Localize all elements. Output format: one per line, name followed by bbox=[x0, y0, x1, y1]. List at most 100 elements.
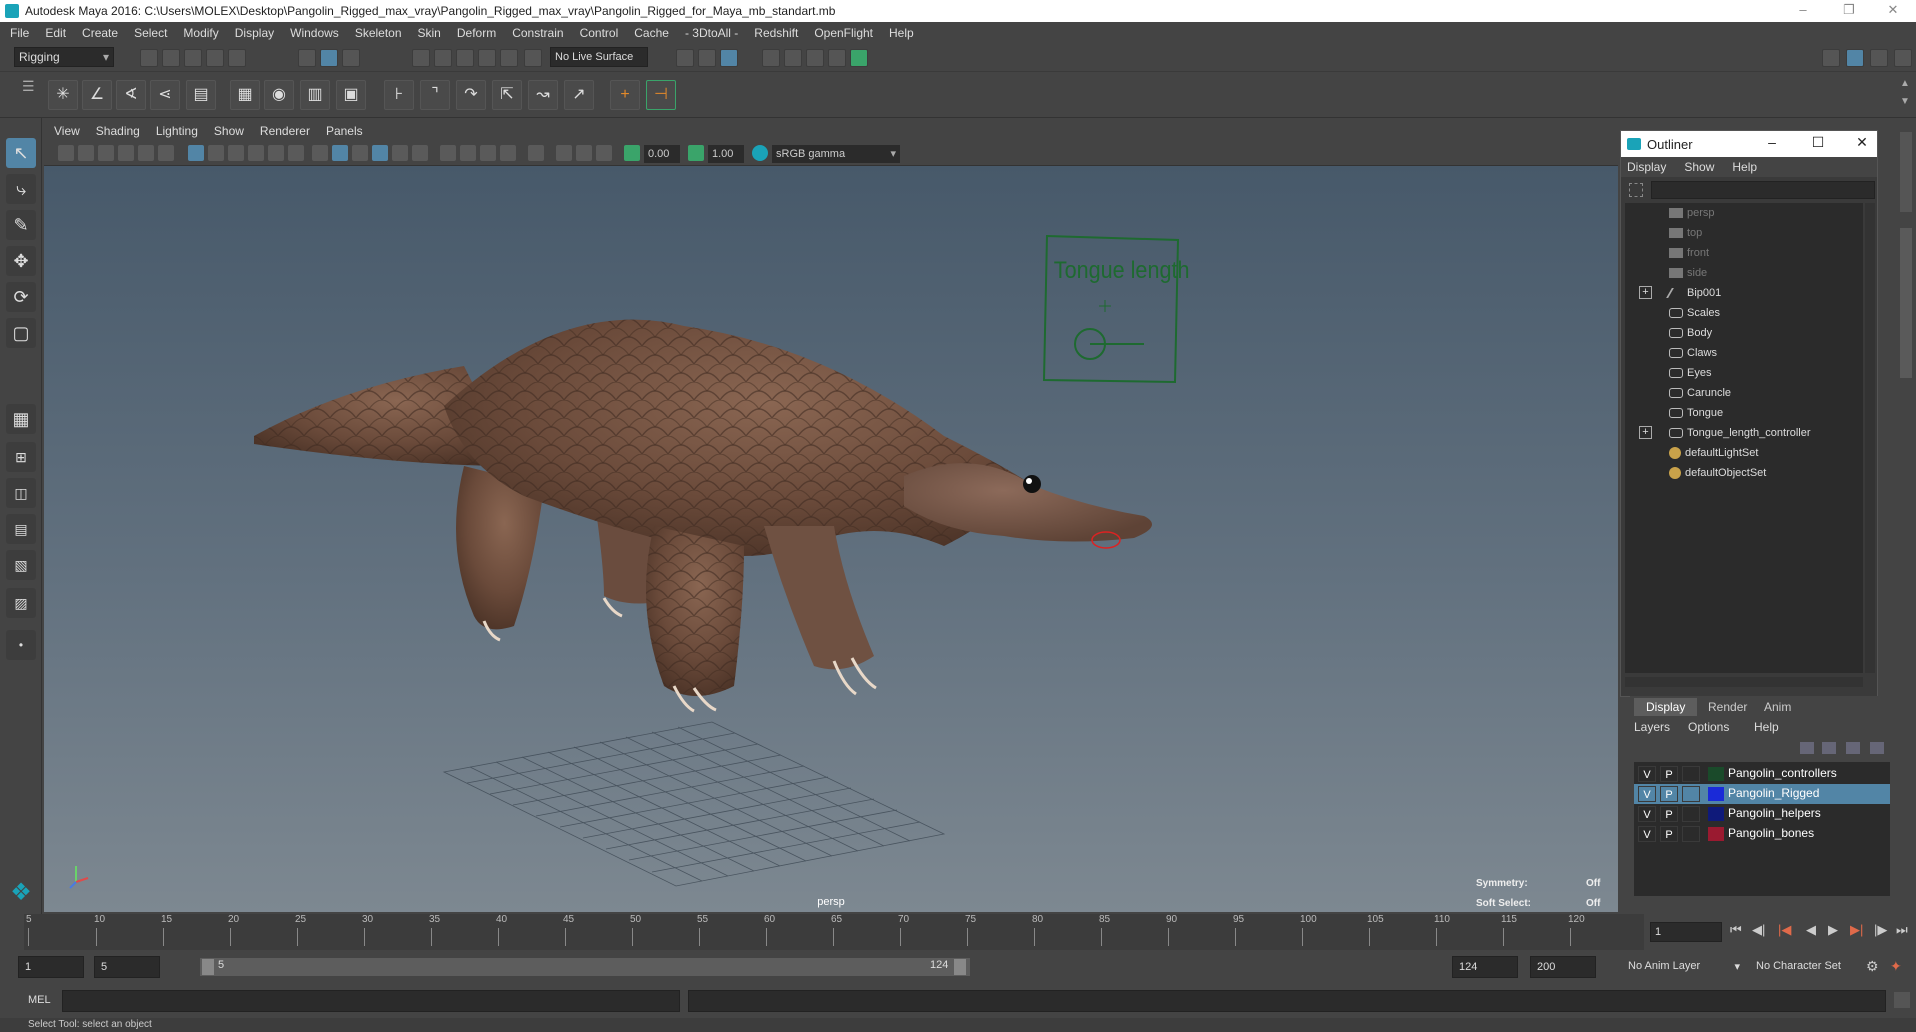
snap-point-icon[interactable] bbox=[456, 49, 474, 67]
filter-icon[interactable] bbox=[1629, 183, 1643, 197]
character-set-dropdown[interactable]: No Character Set bbox=[1752, 960, 1864, 978]
undo-icon[interactable] bbox=[206, 49, 224, 67]
single-pane-layout-icon[interactable]: ▦ bbox=[6, 404, 36, 434]
play-forwards-icon[interactable]: ▶ bbox=[1828, 922, 1838, 938]
field-chart-icon[interactable] bbox=[268, 145, 284, 161]
step-forward-frame-icon[interactable]: ▶| bbox=[1850, 922, 1863, 938]
gate-mask-icon[interactable] bbox=[248, 145, 264, 161]
layer-playback-toggle[interactable]: P bbox=[1660, 766, 1678, 782]
textured-icon[interactable] bbox=[372, 145, 388, 161]
xray-joints-icon[interactable] bbox=[576, 145, 592, 161]
parent-constraint-icon[interactable]: ⊦ bbox=[384, 80, 414, 110]
layer-display-type-toggle[interactable] bbox=[1682, 766, 1700, 782]
color-space-dropdown[interactable]: sRGB gamma ▾ bbox=[772, 145, 900, 163]
go-to-start-icon[interactable]: ⏮ bbox=[1730, 922, 1742, 938]
tab-render[interactable]: Render bbox=[1696, 698, 1759, 716]
grid-toggle-icon[interactable] bbox=[188, 145, 204, 161]
maya-hub-icon[interactable]: ❖ bbox=[6, 878, 36, 908]
exposure-field[interactable]: 0.00 bbox=[644, 145, 680, 163]
default-material-icon[interactable] bbox=[352, 145, 368, 161]
tab-anim[interactable]: Anim bbox=[1752, 698, 1803, 716]
panel-menu-shading[interactable]: Shading bbox=[96, 124, 140, 138]
outliner-item-eyes[interactable]: Eyes bbox=[1669, 363, 1711, 383]
channel-box-tab[interactable] bbox=[1900, 228, 1912, 378]
script-editor-icon[interactable] bbox=[1894, 992, 1910, 1008]
step-back-frame-icon[interactable]: |◀ bbox=[1778, 922, 1791, 938]
current-frame-field[interactable]: 1 bbox=[1650, 922, 1722, 942]
time-ticks[interactable]: 5 10 15 20 25 30 35 40 45 50 55 60 65 70… bbox=[24, 914, 1644, 950]
bind-skin-icon[interactable]: ▤ bbox=[186, 80, 216, 110]
menuset-dropdown[interactable]: Rigging ▾ bbox=[14, 47, 114, 67]
outliner-menu-display[interactable]: Display bbox=[1627, 160, 1666, 174]
menu-control[interactable]: Control bbox=[580, 26, 628, 40]
panel-menu-show[interactable]: Show bbox=[214, 124, 244, 138]
shelf-scroll-down-icon[interactable]: ▼ bbox=[1900, 96, 1910, 107]
expand-tongue-controller-icon[interactable]: + bbox=[1625, 423, 1655, 443]
go-to-end-icon[interactable]: ⏭ bbox=[1896, 922, 1908, 938]
new-empty-layer-icon[interactable] bbox=[1846, 742, 1860, 754]
shelf-scroll-up-icon[interactable]: ▲ bbox=[1900, 78, 1910, 89]
animation-start-field[interactable]: 1 bbox=[18, 956, 84, 978]
layer-display-type-toggle[interactable] bbox=[1682, 806, 1700, 822]
safe-action-icon[interactable] bbox=[288, 145, 304, 161]
layer-color-swatch[interactable] bbox=[1708, 827, 1724, 841]
snap-view-plane-icon[interactable] bbox=[478, 49, 496, 67]
minimize-icon[interactable]: – bbox=[1761, 134, 1783, 150]
layer-playback-toggle[interactable]: P bbox=[1660, 806, 1678, 822]
outliner-menu-help[interactable]: Help bbox=[1732, 160, 1757, 174]
layer-menu-options[interactable]: Options bbox=[1688, 720, 1729, 734]
range-start-handle[interactable] bbox=[202, 959, 214, 975]
outliner-item-claws[interactable]: Claws bbox=[1669, 343, 1717, 363]
xray-components-icon[interactable] bbox=[596, 145, 612, 161]
panel-menu-renderer[interactable]: Renderer bbox=[260, 124, 310, 138]
playback-end-field[interactable]: 124 bbox=[1452, 956, 1518, 978]
gamma-icon[interactable] bbox=[688, 145, 704, 161]
layer-visibility-toggle[interactable]: V bbox=[1638, 826, 1656, 842]
layout-options-icon[interactable]: • bbox=[6, 630, 36, 660]
menu-edit[interactable]: Edit bbox=[45, 26, 75, 40]
range-bar[interactable]: 5 124 bbox=[200, 958, 970, 976]
snap-live-icon[interactable] bbox=[500, 49, 518, 67]
time-slider[interactable]: 5 10 15 20 25 30 35 40 45 50 55 60 65 70… bbox=[0, 914, 1916, 950]
menu-redshift[interactable]: Redshift bbox=[754, 26, 807, 40]
outliner-item-defaultobjectset[interactable]: defaultObjectSet bbox=[1669, 463, 1766, 483]
move-tool-icon[interactable]: ✥ bbox=[6, 246, 36, 276]
minimize-button[interactable]: – bbox=[1780, 0, 1826, 22]
outliner-item-front[interactable]: front bbox=[1669, 243, 1709, 263]
layer-playback-toggle[interactable]: P bbox=[1660, 826, 1678, 842]
maximize-icon[interactable]: ☐ bbox=[1807, 134, 1829, 151]
shelf-menu-icon[interactable]: ☰ bbox=[22, 78, 35, 95]
menu-skeleton[interactable]: Skeleton bbox=[355, 26, 411, 40]
move-layer-up-icon[interactable] bbox=[1800, 742, 1814, 754]
input-ops-icon[interactable] bbox=[676, 49, 694, 67]
pole-vector-icon[interactable]: ↗ bbox=[564, 80, 594, 110]
select-hierarchy-icon[interactable] bbox=[298, 49, 316, 67]
outliner-item-scales[interactable]: Scales bbox=[1669, 303, 1720, 323]
xray-icon[interactable] bbox=[556, 145, 572, 161]
restore-button[interactable]: ❐ bbox=[1826, 0, 1872, 22]
select-object-icon[interactable] bbox=[320, 49, 338, 67]
smooth-shade-icon[interactable] bbox=[332, 145, 348, 161]
select-tool-icon[interactable]: ↖ bbox=[6, 138, 36, 168]
perspective-viewport[interactable]: Tongue length persp Symmetry: Off Soft S… bbox=[44, 166, 1618, 912]
new-layer-selected-icon[interactable] bbox=[1870, 742, 1884, 754]
image-plane-icon[interactable] bbox=[118, 145, 134, 161]
menu-skin[interactable]: Skin bbox=[418, 26, 450, 40]
outliner-menu-show[interactable]: Show bbox=[1684, 160, 1714, 174]
menu-cache[interactable]: Cache bbox=[634, 26, 678, 40]
four-pane-layout-icon[interactable]: ⊞ bbox=[6, 442, 36, 472]
insert-joint-icon[interactable]: ⋖ bbox=[150, 80, 180, 110]
cluster-icon[interactable]: ◉ bbox=[264, 80, 294, 110]
paint-select-tool-icon[interactable]: ✎ bbox=[6, 210, 36, 240]
cluster-locator-icon[interactable]: ⊣ bbox=[646, 80, 676, 110]
scale-constraint-icon[interactable]: ⇱ bbox=[492, 80, 522, 110]
rotate-tool-icon[interactable]: ⟳ bbox=[6, 282, 36, 312]
panel-menu-panels[interactable]: Panels bbox=[326, 124, 363, 138]
paint-weights-icon[interactable]: ▦ bbox=[230, 80, 260, 110]
hypershade-icon[interactable] bbox=[828, 49, 846, 67]
select-component-icon[interactable] bbox=[342, 49, 360, 67]
select-camera-icon[interactable] bbox=[58, 145, 74, 161]
bookmark-icon[interactable] bbox=[98, 145, 114, 161]
joint-tool-icon[interactable]: ✳ bbox=[48, 80, 78, 110]
menu-deform[interactable]: Deform bbox=[457, 26, 505, 40]
